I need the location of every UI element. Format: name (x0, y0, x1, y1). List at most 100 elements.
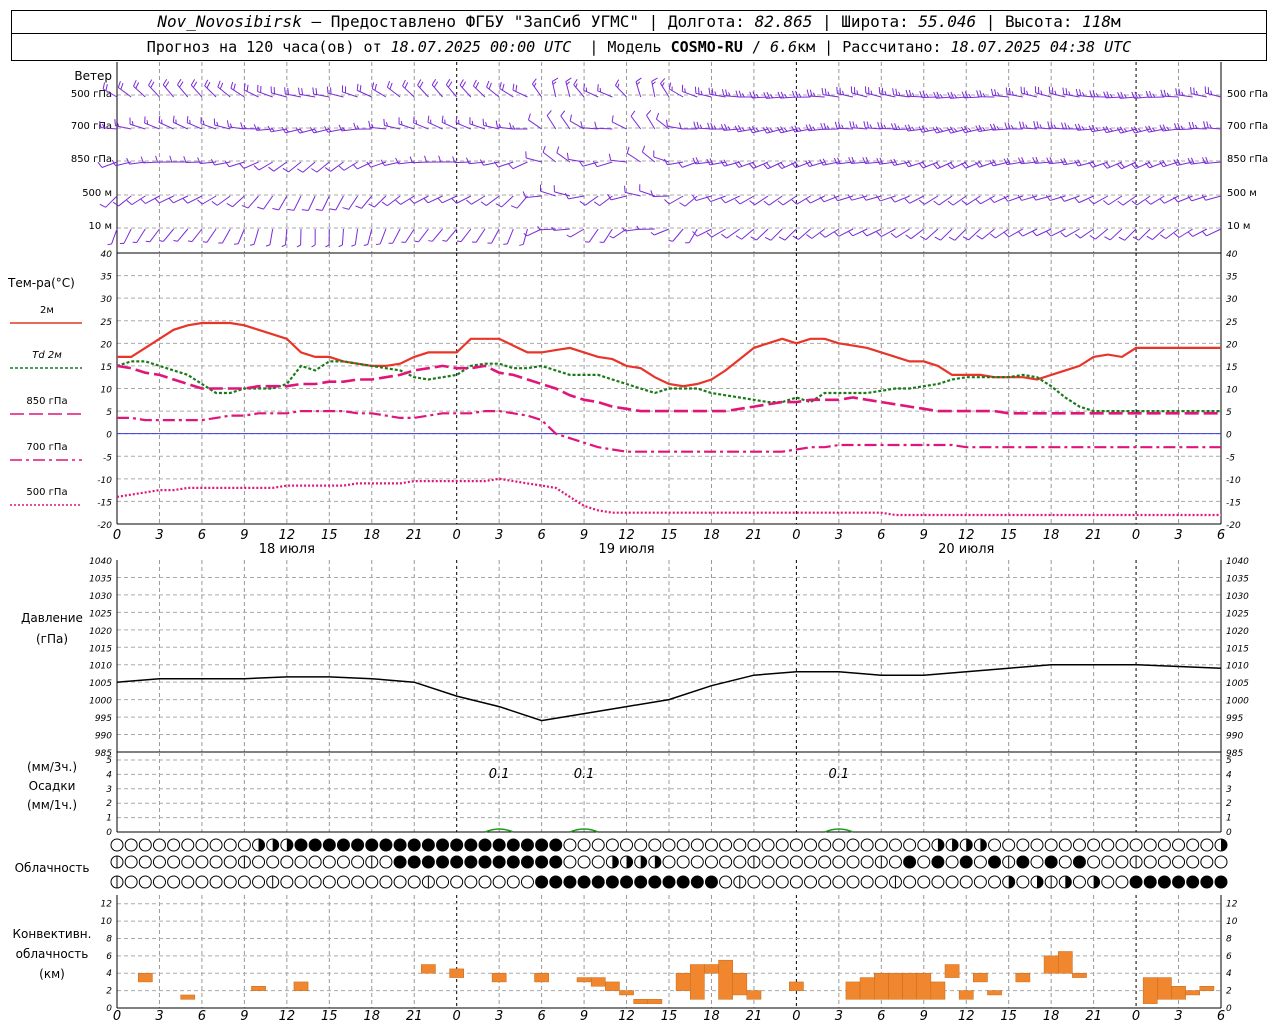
wind-barb-staff (966, 195, 981, 206)
cloud-symbol (1044, 855, 1058, 869)
cloud-circle (1157, 875, 1171, 889)
temp-hour-tick: 9 (920, 528, 928, 543)
temp-ytick-left: -10 (97, 476, 112, 486)
cloud-symbol (237, 838, 251, 852)
wind-barb-staff (851, 127, 868, 130)
cloud-circle (478, 875, 492, 889)
precip-ytick-right: 0 (1226, 828, 1232, 838)
wind-barb-staff (1036, 228, 1052, 237)
cloud-symbol (1214, 875, 1228, 889)
cloud-symbol (959, 875, 973, 889)
cloud-symbol (209, 875, 223, 889)
cloud-symbol (450, 855, 464, 869)
wind-barb-feather (1062, 87, 1065, 95)
wind-barb-feather (257, 206, 264, 210)
cloud-circle (506, 875, 520, 889)
wind-barb-feather (918, 162, 924, 169)
wind-barb-feather (890, 232, 897, 238)
cloud-circle (492, 838, 506, 852)
wind-barb-feather (713, 125, 717, 130)
cloud-half (258, 839, 265, 851)
cloud-circle (789, 875, 803, 889)
cloud-circle (308, 875, 322, 889)
wind-barb-feather (1160, 234, 1167, 240)
wind-barb-feather (186, 116, 189, 123)
cloud-symbol (945, 855, 959, 869)
temp-hour-tick: 6 (1217, 528, 1225, 543)
cloud-circle (464, 855, 478, 869)
wind-barb-feather (679, 202, 686, 207)
wind-barb-feather (711, 88, 714, 95)
wind-barb-staff (596, 161, 613, 168)
temp-hour-tick: 0 (792, 528, 800, 543)
wind-barb-feather (967, 127, 972, 132)
wind-barb-feather (748, 163, 754, 169)
wind-barb-feather (897, 125, 901, 130)
wind-barb-staff (115, 125, 132, 130)
temp-ytick-right: 10 (1226, 386, 1238, 396)
wind-barb-staff (253, 228, 260, 245)
cloud-symbol (1186, 855, 1200, 869)
temp-hour-tick: 0 (453, 528, 461, 543)
cloud-symbol (1058, 875, 1072, 889)
cloud-circle (549, 875, 563, 889)
wind-barb-feather (1088, 125, 1093, 132)
wind-barb-feather (1118, 236, 1125, 241)
conv-ytick-right: 8 (1226, 934, 1232, 944)
wind-barb-staff (782, 195, 797, 206)
cloud-circle (1044, 855, 1058, 869)
cloud-symbol (1030, 838, 1044, 852)
conv-bar (1142, 977, 1158, 1004)
wind-barb-staff (247, 195, 259, 209)
wind-barb-feather (268, 166, 275, 172)
wind-barb-feather (217, 80, 221, 88)
cloud-symbol (535, 875, 549, 889)
cloud-circle (988, 855, 1002, 869)
cloud-circle (874, 875, 888, 889)
cloud-symbol (973, 875, 987, 889)
cloud-half (612, 856, 619, 868)
pressure-ytick-left: 1040 (89, 557, 112, 567)
wind-barb-staff (501, 195, 514, 208)
wind-barb-feather (646, 110, 652, 116)
cloud-symbol (577, 838, 591, 852)
wind-barb-staff (1176, 128, 1193, 131)
cloud-symbol (747, 875, 761, 889)
wind-barb-feather (1074, 197, 1080, 203)
wind-barb-feather (146, 120, 149, 125)
cloud-symbol (1129, 838, 1143, 852)
wind-barb-feather (1116, 163, 1122, 170)
wind-barb-feather (1206, 121, 1209, 129)
cloud-half (966, 839, 973, 851)
cloud-symbol (266, 838, 280, 852)
conv-bar (987, 990, 1002, 996)
cloud-circle (520, 875, 534, 889)
wind-barb-staff (243, 89, 259, 98)
cloud-circle (1186, 855, 1200, 869)
wind-barb-feather (1119, 162, 1125, 168)
cloud-symbol (1115, 838, 1129, 852)
cloud-symbol (1101, 875, 1115, 889)
cloud-circle (761, 875, 775, 889)
cloud-circle (464, 875, 478, 889)
wind-barb-staff (1136, 195, 1151, 206)
day-label: 20 июля (938, 542, 994, 557)
wind-barb-feather (413, 116, 415, 123)
wind-barb-feather (482, 118, 485, 126)
cloud-circle (903, 838, 917, 852)
cloud-symbol (209, 838, 223, 852)
cloud-symbol (591, 855, 605, 869)
conv-ytick-right: 4 (1226, 969, 1232, 979)
wind-barb-feather (1003, 232, 1010, 238)
wind-barb-feather (423, 197, 429, 204)
wind-barb-feather (512, 83, 515, 91)
wind-barb-feather (297, 168, 304, 173)
temp-ytick-right: 0 (1226, 431, 1232, 441)
cloud-symbol (1143, 855, 1157, 869)
conv-ytick-left: 0 (106, 1004, 112, 1014)
conv-hour-tick: 6 (1217, 1009, 1225, 1024)
wind-barb-feather (135, 82, 140, 89)
wind-barb-feather (542, 145, 546, 153)
cloud-symbol (1186, 838, 1200, 852)
cloud-circle (252, 875, 266, 889)
